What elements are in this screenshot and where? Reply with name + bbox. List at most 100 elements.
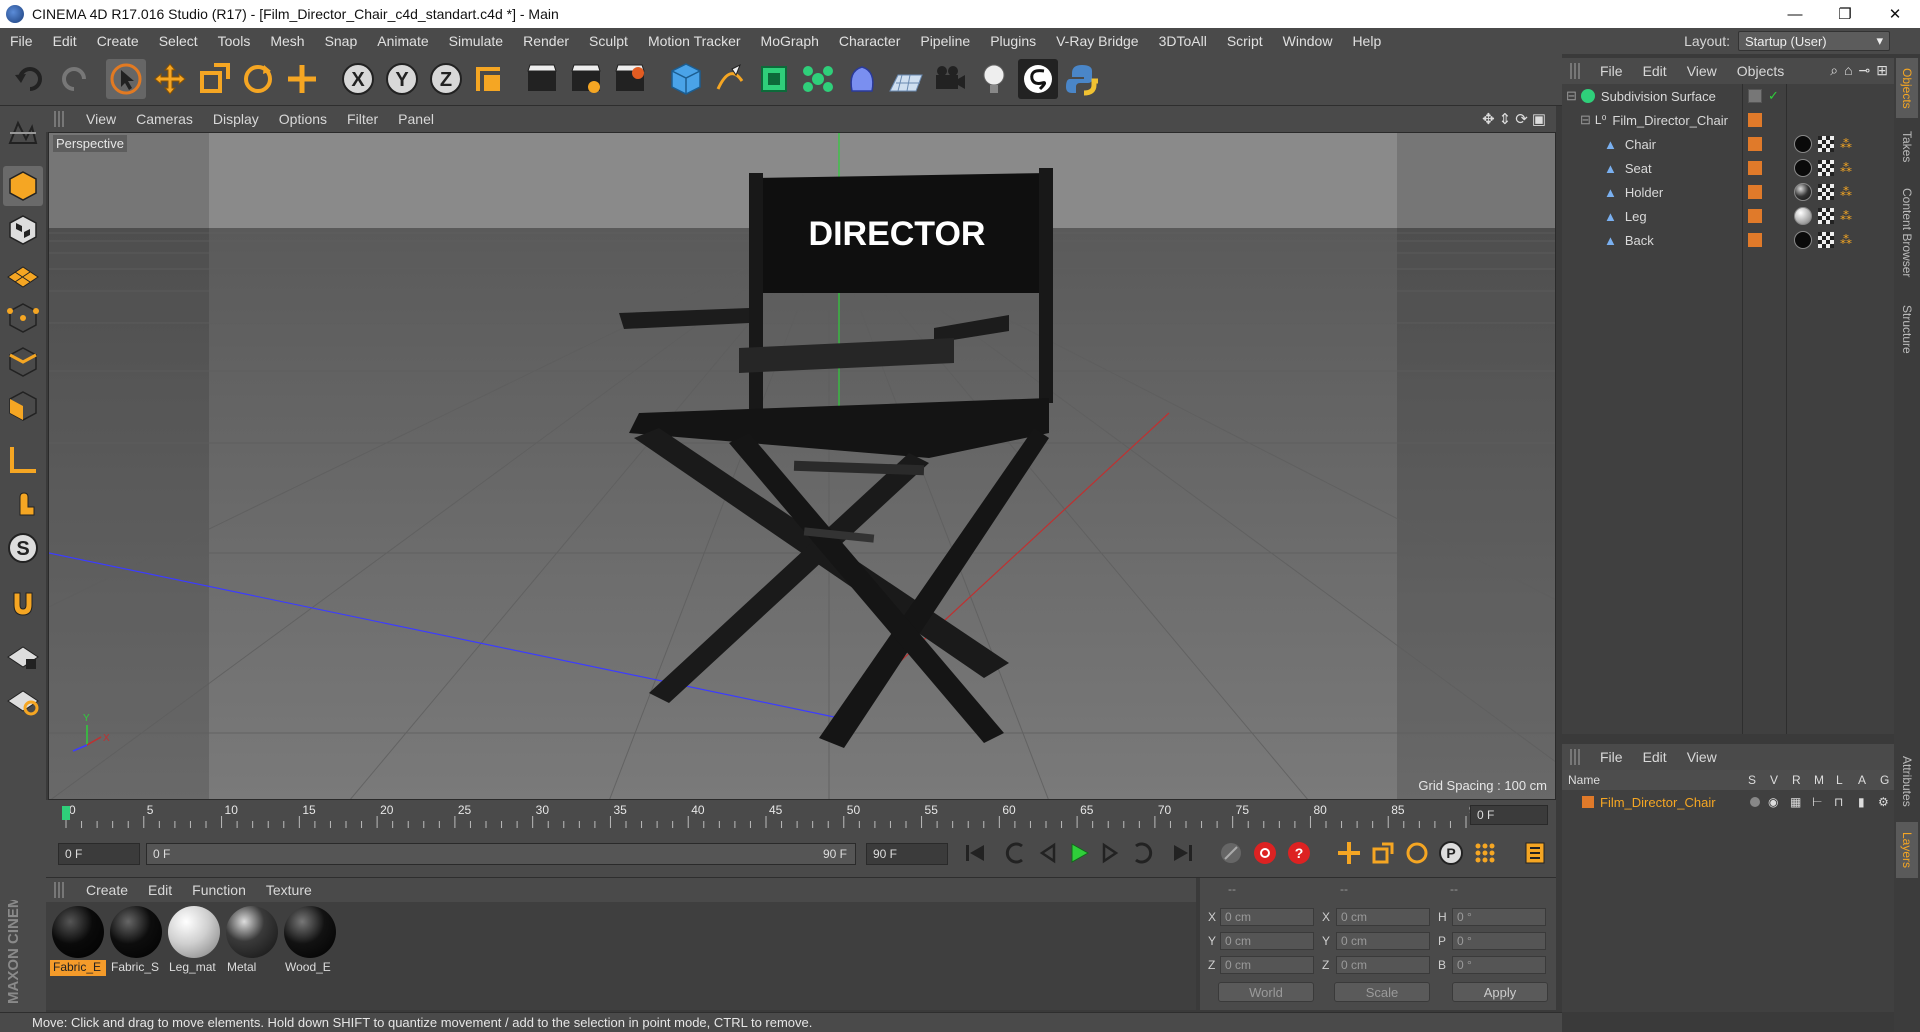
start-frame-field[interactable]: 0 F [58, 843, 140, 865]
record-active-objects-icon[interactable] [1250, 838, 1280, 868]
menu-file[interactable]: File [0, 33, 43, 49]
autokeying-icon[interactable]: ? [1284, 838, 1314, 868]
object-row-holder[interactable]: ▲ Holder ⁂ [1562, 180, 1894, 204]
coord-size-z-field[interactable]: 0 cm [1336, 956, 1430, 974]
menu-snap[interactable]: Snap [315, 33, 368, 49]
menu-plugins[interactable]: Plugins [980, 33, 1046, 49]
coord-pos-x-field[interactable]: 0 cm [1220, 908, 1314, 926]
panel-grip-icon[interactable] [1570, 63, 1582, 79]
panel-grip-icon[interactable] [1570, 749, 1582, 765]
x-axis-icon[interactable]: X [338, 59, 378, 99]
material-menu-create[interactable]: Create [76, 882, 138, 898]
menu-window[interactable]: Window [1273, 33, 1343, 49]
menu-motion-tracker[interactable]: Motion Tracker [638, 33, 751, 49]
material-menu-function[interactable]: Function [182, 882, 256, 898]
material-tag-icon[interactable] [1794, 231, 1812, 249]
previous-key-icon[interactable] [1000, 838, 1030, 868]
material-menu-texture[interactable]: Texture [256, 882, 322, 898]
y-axis-icon[interactable]: Y [382, 59, 422, 99]
next-frame-icon[interactable] [1096, 838, 1126, 868]
coord-rot-p-field[interactable]: 0 ° [1452, 932, 1546, 950]
viewport-menu-display[interactable]: Display [203, 111, 269, 127]
render-picture-viewer-icon[interactable] [566, 59, 606, 99]
edges-mode-icon[interactable] [3, 342, 43, 382]
render-clapper-icon[interactable]: ▦ [1790, 795, 1801, 809]
tab-structure[interactable]: Structure [1896, 294, 1918, 364]
uvw-tag-icon[interactable] [1818, 232, 1834, 248]
material-leg-mat[interactable]: Leg_mat [166, 906, 222, 978]
key-position-icon[interactable] [1334, 838, 1364, 868]
menu-select[interactable]: Select [149, 33, 208, 49]
menu-create[interactable]: Create [87, 33, 149, 49]
close-button[interactable]: ✕ [1870, 0, 1920, 28]
viewport-menu-filter[interactable]: Filter [337, 111, 388, 127]
current-frame-field[interactable]: 0 F [1470, 805, 1548, 825]
polygons-mode-icon[interactable] [3, 386, 43, 426]
make-editable-icon[interactable] [3, 112, 43, 152]
coord-pos-y-field[interactable]: 0 cm [1220, 932, 1314, 950]
column-solo[interactable]: S [1748, 773, 1756, 787]
lock-icon[interactable]: ⊓ [1834, 795, 1843, 809]
column-view[interactable]: V [1770, 773, 1778, 787]
manager-tree-icon[interactable]: ⊢ [1812, 795, 1822, 809]
collapse-icon[interactable]: ⊟ [1580, 112, 1591, 128]
menu-mograph[interactable]: MoGraph [751, 33, 829, 49]
solo-toggle-icon[interactable] [1750, 797, 1760, 807]
sketch-icon[interactable] [1018, 59, 1058, 99]
object-row-seat[interactable]: ▲ Seat ⁂ [1562, 156, 1894, 180]
timeline-window-icon[interactable] [1520, 838, 1550, 868]
layer-menu-view[interactable]: View [1677, 749, 1727, 765]
key-parameter-icon[interactable]: P [1436, 838, 1466, 868]
material-tag-icon[interactable] [1794, 183, 1812, 201]
viewport-menu-view[interactable]: View [76, 111, 126, 127]
object-row-subdivision-surface[interactable]: ⊟ Subdivision Surface ✓ [1562, 84, 1894, 108]
layer-color-swatch[interactable] [1748, 233, 1762, 247]
phong-tag-icon[interactable]: ⁂ [1840, 209, 1852, 223]
viewport-menu-panel[interactable]: Panel [388, 111, 444, 127]
material-fabric-s[interactable]: Fabric_S [108, 906, 164, 978]
object-menu-objects[interactable]: Objects [1727, 63, 1794, 79]
generator-icon[interactable]: ⚙ [1878, 795, 1889, 809]
panel-grip-icon[interactable] [54, 111, 66, 127]
points-mode-icon[interactable] [3, 298, 43, 338]
next-key-icon[interactable] [1128, 838, 1158, 868]
tab-content-browser[interactable]: Content Browser [1896, 178, 1918, 288]
column-render[interactable]: R [1792, 773, 1801, 787]
material-tag-icon[interactable] [1794, 135, 1812, 153]
last-tool-icon[interactable] [282, 59, 322, 99]
live-selection-icon[interactable] [106, 59, 146, 99]
object-row-leg[interactable]: ▲ Leg ⁂ [1562, 204, 1894, 228]
world-coordinates-icon[interactable] [470, 59, 510, 99]
record-keys-disabled-icon[interactable] [1216, 838, 1246, 868]
object-menu-view[interactable]: View [1677, 63, 1727, 79]
minimize-button[interactable]: — [1770, 0, 1820, 28]
uvw-tag-icon[interactable] [1818, 184, 1834, 200]
collapse-icon[interactable]: ⊟ [1566, 88, 1577, 104]
restore-button[interactable]: ❐ [1820, 0, 1870, 28]
snapping-icon[interactable] [3, 582, 43, 622]
layer-color-swatch[interactable] [1748, 161, 1762, 175]
deformer-icon[interactable] [842, 59, 882, 99]
coord-rot-b-field[interactable]: 0 ° [1452, 956, 1546, 974]
coord-rot-h-field[interactable]: 0 ° [1452, 908, 1546, 926]
link-icon[interactable]: ⊸ [1859, 62, 1871, 79]
menu-simulate[interactable]: Simulate [439, 33, 513, 49]
redo-icon[interactable] [54, 59, 94, 99]
floor-icon[interactable] [886, 59, 926, 99]
playhead-marker[interactable] [62, 806, 70, 820]
material-tag-icon[interactable] [1794, 207, 1812, 225]
enabled-check-icon[interactable]: ✓ [1768, 88, 1779, 104]
layer-color-swatch[interactable] [1748, 137, 1762, 151]
end-frame-field[interactable]: 90 F [866, 843, 948, 865]
play-forward-icon[interactable] [1064, 838, 1094, 868]
coord-size-x-field[interactable]: 0 cm [1336, 908, 1430, 926]
viewport-menu-options[interactable]: Options [269, 111, 337, 127]
viewport-maximize-icon[interactable]: ▣ [1532, 110, 1546, 128]
column-generators[interactable]: G [1880, 773, 1889, 787]
camera-icon[interactable] [930, 59, 970, 99]
planar-workplane-icon[interactable] [3, 680, 43, 720]
viewport-dolly-icon[interactable]: ⇕ [1499, 110, 1512, 128]
tab-attributes[interactable]: Attributes [1896, 746, 1918, 816]
layer-color-swatch[interactable] [1748, 185, 1762, 199]
object-row-back[interactable]: ▲ Back ⁂ [1562, 228, 1894, 252]
